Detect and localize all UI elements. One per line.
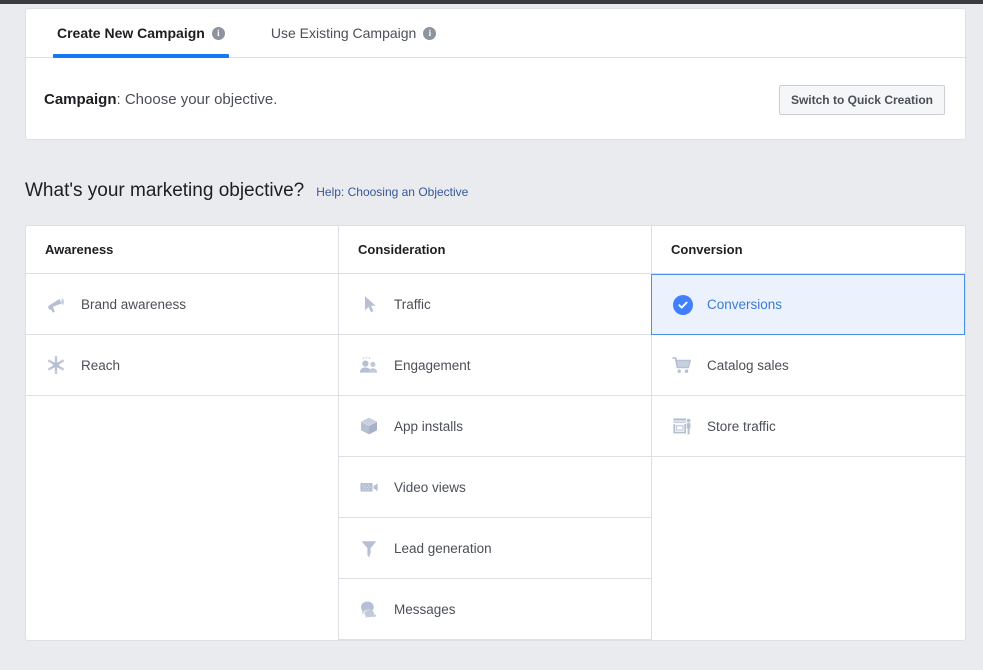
speech-bubbles-icon <box>358 598 380 620</box>
objective-table: Awareness Brand awareness Reach Consider… <box>25 225 966 641</box>
objective-label: Conversions <box>707 297 783 312</box>
objective-item-reach[interactable]: Reach <box>26 335 338 396</box>
campaign-instruction-text: : Choose your objective. <box>116 91 278 108</box>
storefront-icon <box>671 415 693 437</box>
campaign-objective-bar: Campaign: Choose your objective. Switch … <box>26 58 965 141</box>
window-top-border <box>0 0 983 4</box>
objective-column-consideration: Consideration Traffic Engagement App ins… <box>339 226 652 640</box>
people-icon <box>358 354 380 376</box>
objective-label: Reach <box>81 357 121 373</box>
objective-item-messages[interactable]: Messages <box>339 579 651 640</box>
column-header-conversion: Conversion <box>652 226 965 274</box>
tab-use-existing-campaign[interactable]: Use Existing Campaign i <box>267 9 441 57</box>
shopping-cart-icon <box>671 354 693 376</box>
tab-create-new-campaign[interactable]: Create New Campaign i <box>53 9 229 58</box>
cursor-arrow-icon <box>358 293 380 315</box>
objective-item-catalog-sales[interactable]: Catalog sales <box>652 335 965 396</box>
funnel-icon <box>358 537 380 559</box>
objective-label: Lead generation <box>394 540 492 556</box>
objective-label: Catalog sales <box>707 357 789 373</box>
campaign-mode-tabs: Create New Campaign i Use Existing Campa… <box>26 9 965 58</box>
objective-item-traffic[interactable]: Traffic <box>339 274 651 335</box>
objective-item-lead-generation[interactable]: Lead generation <box>339 518 651 579</box>
objective-label: App installs <box>394 418 464 434</box>
objective-label: Traffic <box>394 296 431 312</box>
column-header-consideration: Consideration <box>339 226 651 274</box>
info-icon[interactable]: i <box>211 26 225 40</box>
cube-box-icon <box>358 415 380 437</box>
objective-label: Store traffic <box>707 418 776 434</box>
objective-item-store-traffic[interactable]: Store traffic <box>652 396 965 457</box>
video-camera-icon <box>358 476 380 498</box>
info-icon[interactable]: i <box>423 26 437 40</box>
objective-item-engagement[interactable]: Engagement <box>339 335 651 396</box>
objective-label: Engagement <box>394 357 471 373</box>
objective-item-brand-awareness[interactable]: Brand awareness <box>26 274 338 335</box>
reach-starburst-icon <box>45 354 67 376</box>
objective-label: Video views <box>394 479 466 495</box>
switch-to-quick-creation-button[interactable]: Switch to Quick Creation <box>778 84 945 115</box>
campaign-instruction: Campaign: Choose your objective. <box>44 91 277 108</box>
marketing-objective-heading-row: What's your marketing objective? Help: C… <box>25 180 468 202</box>
objective-item-app-installs[interactable]: App installs <box>339 396 651 457</box>
campaign-label: Campaign <box>44 91 117 108</box>
objective-column-conversion: Conversion Conversions Catalog sales Sto… <box>651 226 965 640</box>
campaign-creation-card: Create New Campaign i Use Existing Campa… <box>25 8 966 140</box>
help-choosing-objective-link[interactable]: Help: Choosing an Objective <box>316 185 468 199</box>
tab-use-existing-campaign-label: Use Existing Campaign <box>270 25 417 41</box>
tab-create-new-campaign-label: Create New Campaign <box>57 25 205 41</box>
column-header-awareness: Awareness <box>26 226 338 274</box>
objective-column-awareness: Awareness Brand awareness Reach <box>26 226 339 640</box>
objective-item-conversions[interactable]: Conversions <box>651 274 965 335</box>
page-title: What's your marketing objective? <box>25 180 305 201</box>
objective-label: Brand awareness <box>81 296 187 312</box>
check-circle-icon <box>673 294 693 315</box>
objective-label: Messages <box>394 601 456 617</box>
megaphone-icon <box>45 293 67 315</box>
objective-item-video-views[interactable]: Video views <box>339 457 651 518</box>
